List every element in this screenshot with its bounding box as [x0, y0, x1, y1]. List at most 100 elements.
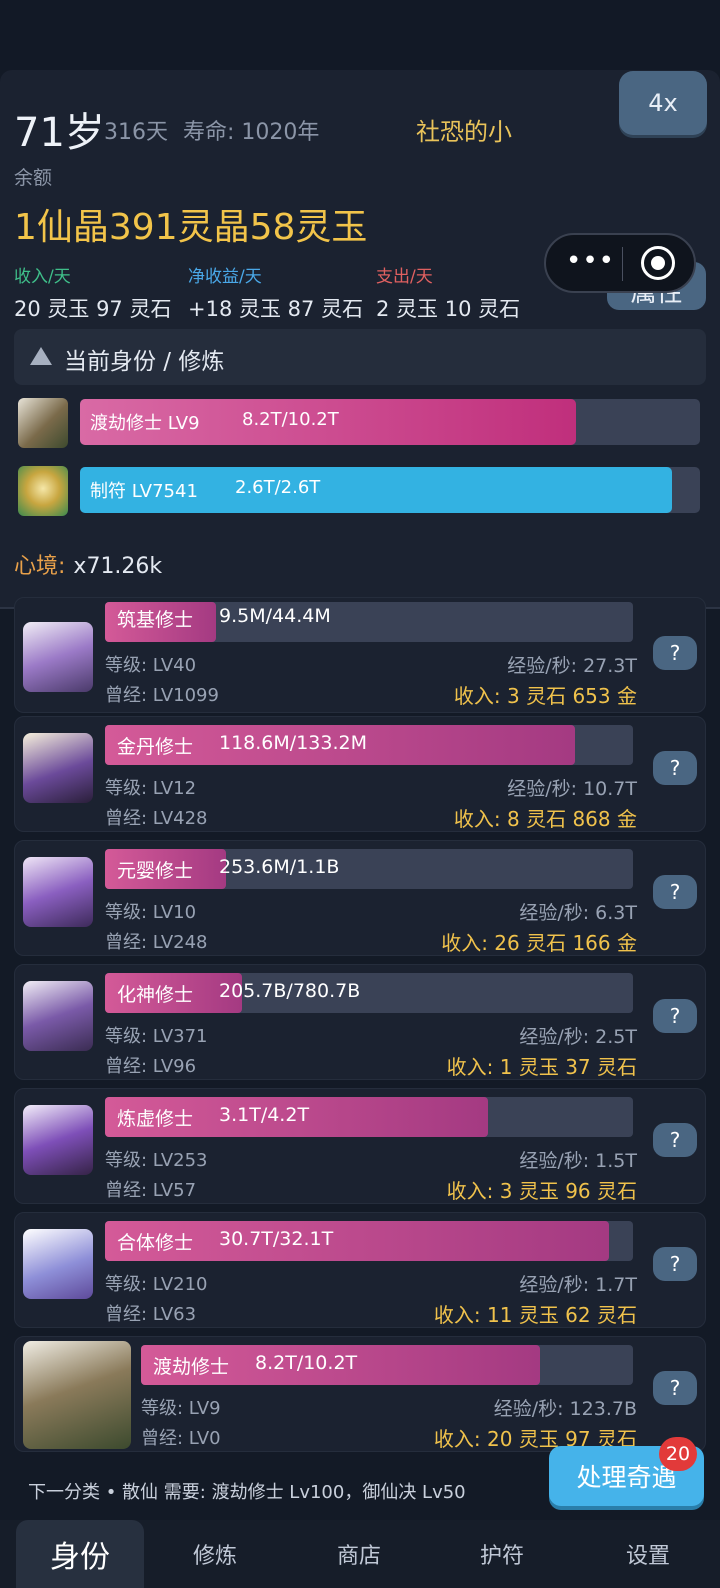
rank-name: 合体修士	[117, 1232, 194, 1254]
age: 71岁	[14, 110, 105, 156]
capsule-divider	[622, 247, 623, 281]
progress-track: 金丹修士 118.6M/133.2M	[105, 725, 633, 765]
identity-card-current[interactable]: 渡劫修士 8.2T/10.2T 等级: LV9 曾经: LV0 经验/秒: 12…	[14, 1336, 706, 1452]
expense-value: 2 灵玉 10 灵石	[376, 297, 521, 321]
tab-settings[interactable]: 设置	[593, 1520, 703, 1588]
more-icon[interactable]: •••	[566, 246, 615, 276]
rank-progress: 118.6M/133.2M	[219, 732, 367, 754]
speed-button[interactable]: 4x	[619, 71, 707, 135]
level-text: 等级: LV9	[141, 1398, 221, 1419]
mood: 心境: x71.26k	[14, 548, 162, 580]
xp-rate: 经验/秒: 1.5T	[519, 1150, 637, 1172]
skill-name: 制符 LV7541	[90, 481, 198, 502]
identity-card[interactable]: 化神修士 205.7B/780.7B 等级: LV371 曾经: LV96 经验…	[14, 964, 706, 1080]
income-text: 收入: 11 灵玉 62 灵石	[433, 1303, 637, 1327]
status-bar	[0, 0, 720, 70]
mood-label: 心境:	[14, 554, 66, 579]
identity-card[interactable]: 筑基修士 9.5M/44.4M 等级: LV40 曾经: LV1099 经验/秒…	[14, 597, 706, 713]
rank-name: 筑基修士	[117, 609, 194, 631]
level-text: 等级: LV10	[105, 902, 197, 923]
net-label: 净收益/天	[188, 267, 262, 287]
net-rate: 净收益/天 +18 灵玉 87 灵石	[188, 262, 363, 323]
previous-level: 曾经: LV63	[105, 1304, 197, 1325]
xp-rate: 经验/秒: 1.7T	[519, 1274, 637, 1296]
level-text: 等级: LV12	[105, 778, 197, 799]
net-value: +18 灵玉 87 灵石	[188, 297, 364, 321]
previous-level: 曾经: LV96	[105, 1056, 197, 1077]
tab-identity[interactable]: 身份	[16, 1520, 144, 1588]
help-button[interactable]: ?	[653, 1247, 697, 1281]
progress-track: 制符 LV7541 2.6T/2.6T	[80, 467, 700, 513]
xp-rate: 经验/秒: 27.3T	[507, 655, 637, 677]
income-text: 收入: 3 灵石 653 金	[453, 684, 637, 708]
progress-track: 合体修士 30.7T/32.1T	[105, 1221, 633, 1261]
bottom-tab-bar: 身份 修炼 商店 护符 设置	[0, 1520, 720, 1588]
identity-avatar	[23, 981, 93, 1051]
identity-avatar	[23, 1105, 93, 1175]
help-button[interactable]: ?	[653, 751, 697, 785]
level-text: 等级: LV253	[105, 1150, 208, 1171]
identity-card[interactable]: 元婴修士 253.6M/1.1B 等级: LV10 曾经: LV248 经验/秒…	[14, 840, 706, 956]
mood-value: x71.26k	[73, 554, 163, 579]
identity-card[interactable]: 金丹修士 118.6M/133.2M 等级: LV12 曾经: LV428 经验…	[14, 716, 706, 832]
identity-avatar	[23, 622, 93, 692]
help-button[interactable]: ?	[653, 1123, 697, 1157]
progress-track: 渡劫修士 LV9 8.2T/10.2T	[80, 399, 700, 445]
rank-name: 化神修士	[117, 984, 194, 1006]
skill-progress: 2.6T/2.6T	[235, 477, 321, 498]
expense-rate: 支出/天 2 灵玉 10 灵石	[376, 262, 520, 323]
tab-cultivation[interactable]: 修炼	[160, 1520, 270, 1588]
identity-avatar	[23, 1229, 93, 1299]
rank-progress: 8.2T/10.2T	[255, 1352, 358, 1374]
help-button[interactable]: ?	[653, 636, 697, 670]
rank-progress: 9.5M/44.4M	[219, 605, 331, 627]
identity-avatar	[18, 398, 68, 448]
progress-track: 元婴修士 253.6M/1.1B	[105, 849, 633, 889]
current-skill-row: 制符 LV7541 2.6T/2.6T	[18, 465, 700, 516]
progress-track: 炼虚修士 3.1T/4.2T	[105, 1097, 633, 1137]
close-target-icon[interactable]	[641, 246, 675, 280]
tab-shop[interactable]: 商店	[304, 1520, 414, 1588]
income-text: 收入: 3 灵玉 96 灵石	[446, 1179, 637, 1203]
event-count-badge: 20	[659, 1437, 697, 1471]
expense-label: 支出/天	[376, 267, 433, 287]
xp-rate: 经验/秒: 123.7B	[493, 1398, 637, 1420]
rank-progress: 3.1T/4.2T	[219, 1104, 310, 1126]
rank-name: 渡劫修士	[153, 1356, 230, 1378]
income-text: 收入: 8 灵石 868 金	[453, 807, 637, 831]
player-name: 社恐的小	[416, 118, 512, 146]
rank-name: 元婴修士	[117, 860, 194, 882]
tab-talisman[interactable]: 护符	[447, 1520, 557, 1588]
rank-name: 金丹修士	[117, 736, 194, 758]
section-toggle[interactable]: 当前身份 / 修炼	[14, 329, 706, 385]
balance-label: 余额	[14, 167, 53, 189]
level-text: 等级: LV40	[105, 655, 197, 676]
income-value: 20 灵玉 97 灵石	[14, 297, 172, 321]
income-label: 收入/天	[14, 267, 71, 287]
rank-name: 炼虚修士	[117, 1108, 194, 1130]
days: 316天	[104, 120, 168, 145]
identity-card[interactable]: 合体修士 30.7T/32.1T 等级: LV210 曾经: LV63 经验/秒…	[14, 1212, 706, 1328]
progress-track: 渡劫修士 8.2T/10.2T	[141, 1345, 633, 1385]
section-title: 当前身份 / 修炼	[64, 349, 225, 375]
identity-avatar	[23, 857, 93, 927]
help-button[interactable]: ?	[653, 999, 697, 1033]
lifespan: 寿命: 1020年	[183, 120, 320, 145]
previous-level: 曾经: LV1099	[105, 685, 219, 706]
miniprogram-capsule: •••	[544, 233, 696, 293]
identity-name: 渡劫修士 LV9	[90, 413, 200, 434]
progress-track: 化神修士 205.7B/780.7B	[105, 973, 633, 1013]
help-button[interactable]: ?	[653, 1371, 697, 1405]
identity-avatar	[23, 733, 93, 803]
identity-card[interactable]: 炼虚修士 3.1T/4.2T 等级: LV253 曾经: LV57 经验/秒: …	[14, 1088, 706, 1204]
xp-rate: 经验/秒: 2.5T	[519, 1026, 637, 1048]
identity-progress: 8.2T/10.2T	[242, 409, 339, 430]
skill-avatar	[18, 466, 68, 516]
rank-progress: 205.7B/780.7B	[219, 980, 361, 1002]
collapse-triangle-icon	[30, 347, 52, 365]
xp-rate: 经验/秒: 6.3T	[519, 902, 637, 924]
help-button[interactable]: ?	[653, 875, 697, 909]
income-text: 收入: 26 灵石 166 金	[441, 931, 637, 955]
rank-progress: 30.7T/32.1T	[219, 1228, 334, 1250]
income-rate: 收入/天 20 灵玉 97 灵石	[14, 262, 171, 323]
